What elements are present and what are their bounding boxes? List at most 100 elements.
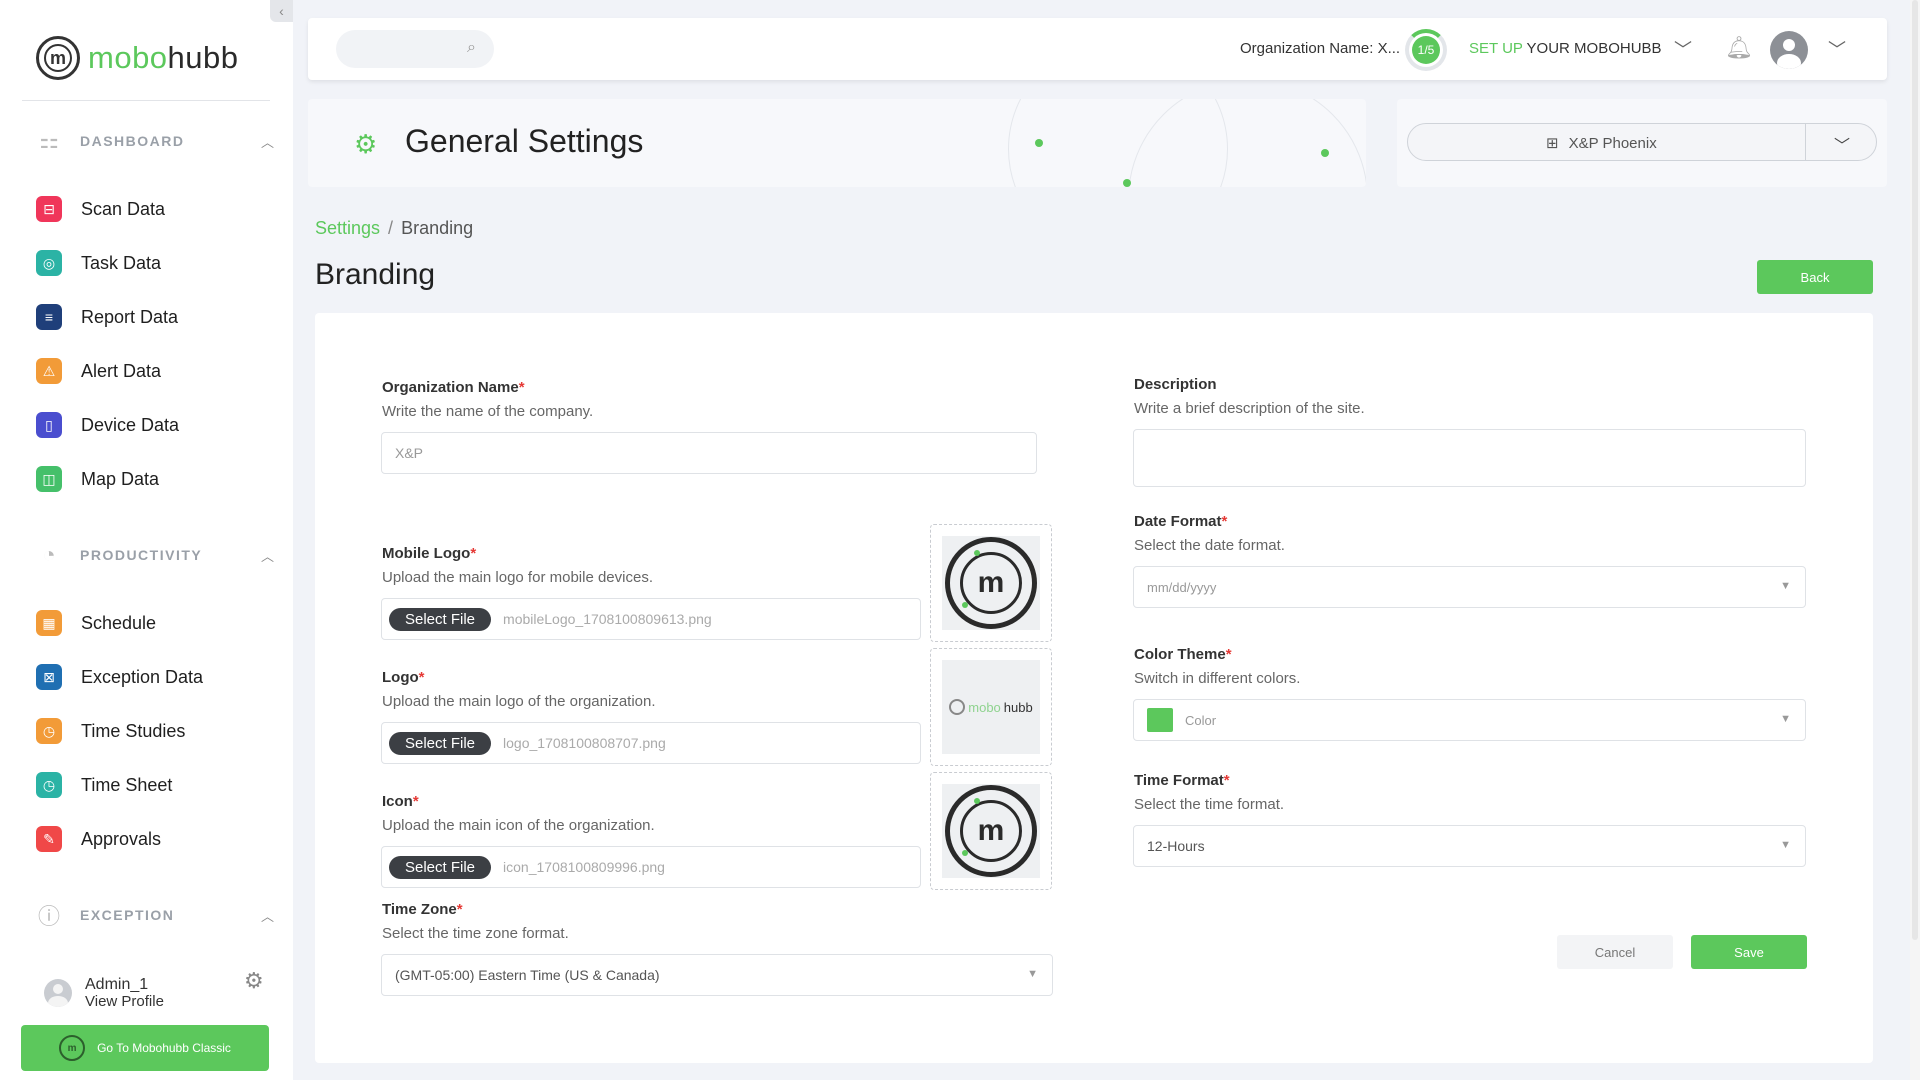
description-input[interactable] [1133, 429, 1806, 487]
icon-help: Upload the main icon of the organization… [382, 817, 655, 834]
breadcrumb-separator: / [388, 218, 394, 238]
setup-progress-ring[interactable]: 1/5 [1405, 29, 1447, 71]
view-profile-link[interactable]: View Profile [85, 993, 164, 1010]
mobohubb-mobile-logo-icon: m [945, 537, 1037, 629]
site-selector[interactable]: ⊞ X&P Phoenix ﹀ [1407, 123, 1877, 161]
sidebar-item-schedule[interactable]: ▦ Schedule [36, 609, 156, 637]
top-bar: ⌕ Organization Name: X... 1/5 SET UP YOU… [308, 18, 1887, 80]
sidebar-item-exception-data[interactable]: ⊠ Exception Data [36, 663, 203, 691]
breadcrumb: Settings / Branding [315, 218, 473, 239]
caret-down-icon: ▼ [1780, 839, 1791, 851]
time-sheet-icon: ◷ [36, 772, 62, 798]
description-help: Write a brief description of the site. [1134, 400, 1365, 417]
schedule-icon: ▦ [36, 610, 62, 636]
cancel-button[interactable]: Cancel [1557, 935, 1673, 969]
organization-name-input[interactable]: X&P [381, 432, 1037, 474]
logo-select-file-button[interactable]: Select File [389, 731, 492, 755]
sidebar-item-alert-data[interactable]: ⚠ Alert Data [36, 357, 161, 385]
breadcrumb-current: Branding [401, 218, 474, 238]
sidebar-item-approvals[interactable]: ✎ Approvals [36, 825, 161, 853]
date-format-placeholder: mm/dd/yyyy [1147, 579, 1217, 595]
sidebar-item-time-sheet[interactable]: ◷ Time Sheet [36, 771, 172, 799]
sidebar-item-device-data[interactable]: ▯ Device Data [36, 411, 179, 439]
chevron-down-icon[interactable]: ﹀ [1674, 36, 1692, 62]
task-icon: ◎ [36, 250, 62, 276]
site-hierarchy-icon: ⊞ [1546, 135, 1559, 152]
sidebar-item-report-data[interactable]: ≡ Report Data [36, 303, 178, 331]
sidebar-item-map-data[interactable]: ◫ Map Data [36, 465, 159, 493]
color-theme-select[interactable]: Color ▼ [1133, 699, 1806, 741]
sidebar-item-label: Alert Data [81, 360, 162, 381]
sidebar-item-task-data[interactable]: ◎ Task Data [36, 249, 161, 277]
approvals-icon: ✎ [36, 826, 62, 852]
user-profile[interactable]: Admin_1 View Profile [44, 976, 164, 1010]
back-button[interactable]: Back [1757, 260, 1873, 294]
mobile-logo-help: Upload the main logo for mobile devices. [382, 569, 653, 586]
chevron-down-icon[interactable]: ﹀ [1828, 36, 1846, 62]
search-input[interactable]: ⌕ [336, 30, 494, 68]
time-zone-select[interactable]: (GMT-05:00) Eastern Time (US & Canada) ▼ [381, 954, 1053, 996]
exception-alert-icon: ⓘ [37, 904, 60, 929]
mobile-logo-preview: m [930, 524, 1052, 642]
page-header: ⚙ General Settings [308, 99, 1366, 187]
icon-label: Icon* [382, 793, 419, 810]
go-to-classic-button[interactable]: m Go To Mobohubb Classic [21, 1025, 269, 1071]
sidebar-item-label: Exception Data [81, 666, 204, 687]
report-icon: ≡ [36, 304, 62, 330]
settings-gear-icon: ⚙ [354, 129, 378, 159]
mobile-logo-file-input[interactable]: Select File mobileLogo_1708100809613.png [381, 598, 921, 640]
mobile-logo-select-file-button[interactable]: Select File [389, 607, 492, 631]
avatar [44, 979, 72, 1007]
section-productivity[interactable]: ◔ PRODUCTIVITY ︿ [36, 542, 274, 568]
scrollbar-thumb[interactable] [1912, 0, 1918, 940]
sidebar-item-label: Map Data [81, 468, 160, 489]
time-zone-value: (GMT-05:00) Eastern Time (US & Canada) [395, 967, 660, 983]
chevron-up-icon: ︿ [260, 548, 274, 564]
brand-prefix: mobo [88, 40, 168, 75]
page-title: Branding [315, 258, 436, 291]
sidebar-item-scan-data[interactable]: ⊟ Scan Data [36, 195, 165, 223]
time-format-value: 12-Hours [1147, 838, 1205, 854]
bell-icon[interactable]: 🔔︎ [1725, 35, 1753, 61]
section-exception[interactable]: ⓘ EXCEPTION ︿ [36, 902, 274, 929]
search-icon: ⌕ [467, 39, 476, 56]
decoration-dot [1321, 149, 1329, 157]
time-format-select[interactable]: 12-Hours ▼ [1133, 825, 1806, 867]
section-dashboard[interactable]: ⚏ DASHBOARD ︿ [36, 128, 274, 154]
save-button[interactable]: Save [1691, 935, 1807, 969]
sidebar: ‹ m mobohubb ⚏ DASHBOARD ︿ ⊟ Scan Data ◎… [0, 0, 293, 1080]
organization-name-value: X&P [395, 445, 424, 461]
color-theme-help: Switch in different colors. [1134, 670, 1301, 687]
collapse-sidebar-button[interactable]: ‹ [270, 0, 293, 22]
sidebar-item-time-studies[interactable]: ◷ Time Studies [36, 717, 185, 745]
decoration-circle [1128, 99, 1366, 187]
logo-file-input[interactable]: Select File logo_1708100808707.png [381, 722, 921, 764]
sidebar-item-label: Schedule [81, 612, 157, 633]
organization-name-label: Organization Name* [382, 379, 525, 396]
mobohubb-logo-icon: m [59, 1035, 86, 1061]
gear-icon[interactable]: ⚙ [244, 968, 264, 994]
user-avatar[interactable] [1770, 31, 1808, 69]
color-theme-label: Color Theme* [1134, 646, 1232, 663]
caret-down-icon: ▼ [1780, 713, 1791, 725]
date-format-select[interactable]: mm/dd/yyyy ▼ [1133, 566, 1806, 608]
setup-mobohubb-link[interactable]: SET UP YOUR MOBOHUBB [1469, 40, 1662, 57]
go-to-classic-label: Go To Mobohubb Classic [97, 1041, 231, 1055]
scan-icon: ⊟ [36, 196, 62, 222]
site-selector-value: X&P Phoenix [1568, 134, 1657, 152]
caret-down-icon: ▼ [1027, 968, 1038, 980]
user-name: Admin_1 [85, 976, 149, 993]
time-studies-icon: ◷ [36, 718, 62, 744]
setup-progress-value: 1/5 [1412, 36, 1440, 64]
mobohubb-wordmark-icon: mobo hubb [949, 699, 1033, 715]
breadcrumb-settings-link[interactable]: Settings [315, 218, 380, 238]
brand-logo[interactable]: m mobohubb [36, 36, 239, 80]
description-label: Description [1134, 376, 1217, 393]
page-scrollbar[interactable] [1910, 0, 1920, 1080]
color-theme-placeholder: Color [1185, 712, 1217, 728]
chevron-up-icon: ︿ [260, 134, 274, 150]
time-zone-label: Time Zone* [382, 901, 463, 918]
icon-file-input[interactable]: Select File icon_1708100809996.png [381, 846, 921, 888]
icon-select-file-button[interactable]: Select File [389, 855, 492, 879]
chevron-down-icon[interactable]: ﹀ [1834, 132, 1850, 156]
